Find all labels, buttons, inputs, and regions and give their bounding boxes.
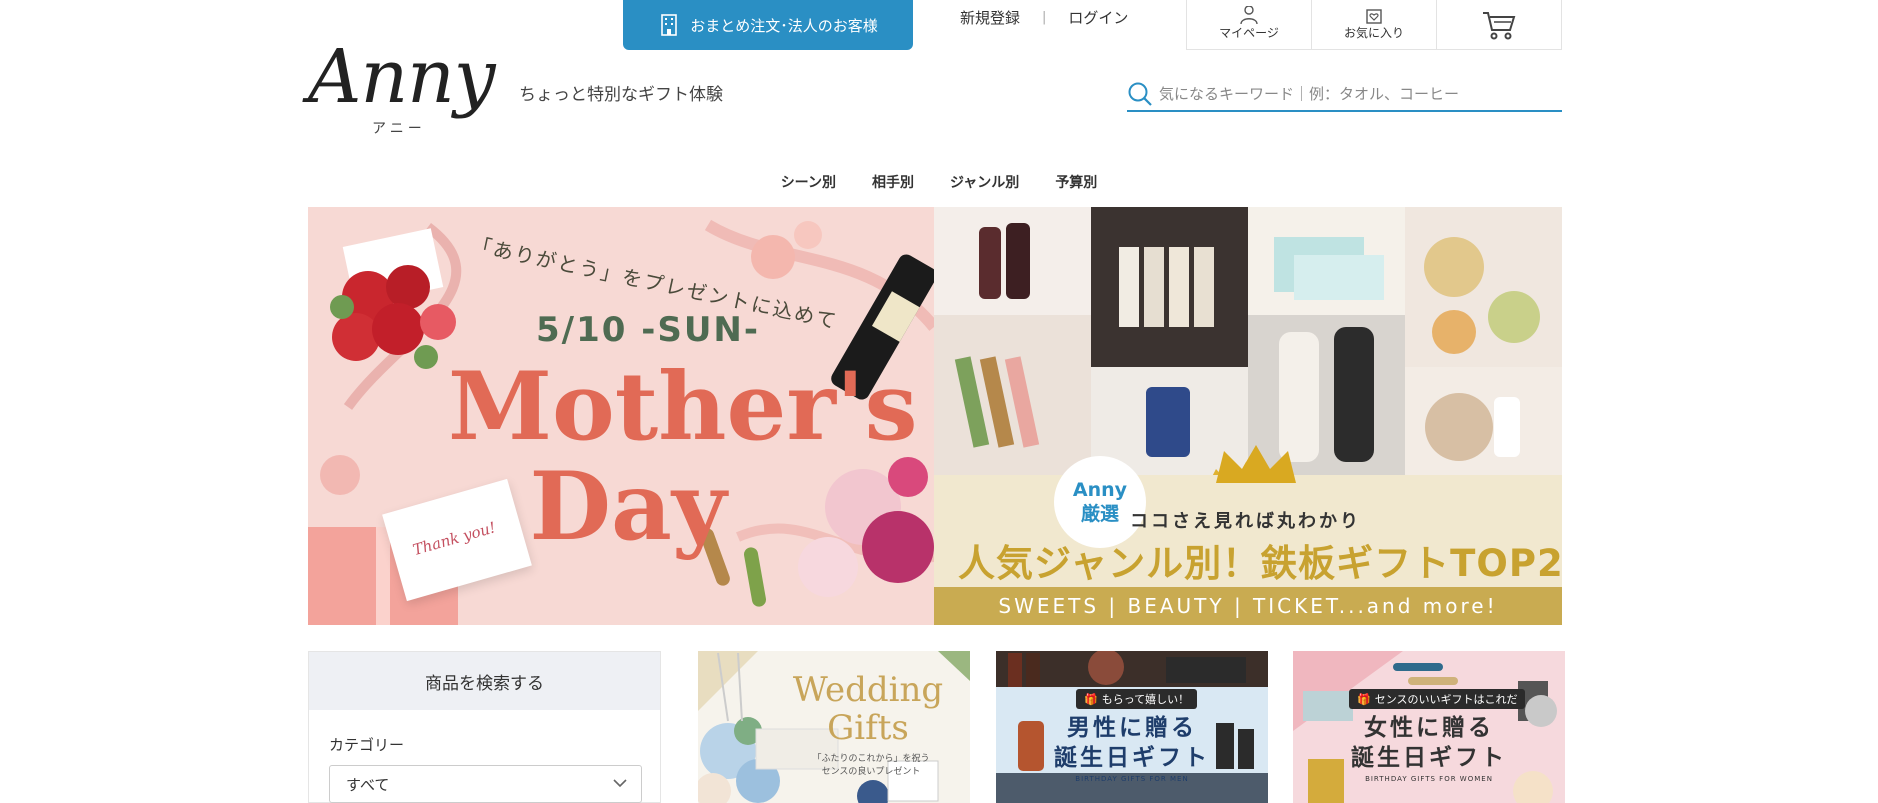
mypage-label: マイページ [1219, 26, 1279, 40]
mens-birthday-card[interactable]: 🎁 もらって嬉しい！ 男性に贈る 誕生日ギフト BIRTHDAY GIFTS F… [996, 651, 1268, 803]
register-link[interactable]: 新規登録 [960, 7, 1020, 28]
user-icon-bar: マイページ お気に入り [1186, 0, 1562, 50]
gift-icon: 🎁 [1084, 692, 1098, 706]
nav-recipient[interactable]: 相手別 [872, 172, 914, 192]
cart-icon [1483, 11, 1516, 39]
search-icon[interactable] [1127, 81, 1153, 107]
mens-card-pill: 🎁 もらって嬉しい！ [1076, 689, 1198, 709]
womens-card-title-line1: 女性に贈る [1364, 715, 1494, 741]
chevron-down-icon [613, 779, 627, 788]
category-label: カテゴリー [329, 736, 405, 754]
site-logo[interactable]: Anny アニー [308, 34, 498, 137]
category-select[interactable]: すべて [329, 765, 642, 803]
person-icon [1240, 6, 1258, 24]
main-nav: シーン別 相手別 ジャンル別 予算別 [0, 172, 1878, 192]
nav-scene[interactable]: シーン別 [781, 172, 836, 192]
login-link[interactable]: ログイン [1068, 7, 1128, 28]
auth-separator: | [1042, 9, 1047, 25]
building-icon [661, 14, 678, 36]
category-select-value: すべて [346, 775, 390, 794]
gift-icon: 🎁 [1357, 692, 1371, 706]
product-collage [934, 207, 1562, 475]
mothers-day-date: 5/10 -SUN- [536, 310, 760, 350]
product-search-panel: 商品を検索する カテゴリー すべて [308, 651, 661, 803]
womens-card-pill-text: センスのいいギフトはこれだ [1374, 693, 1518, 706]
wedding-subtitle-line2: センスの良いプレゼント [821, 767, 921, 777]
mens-card-title-line2: 誕生日ギフト [1054, 745, 1210, 771]
wedding-subtitle-line1: 「ふたりのこれから」を祝う [812, 754, 930, 764]
nav-budget[interactable]: 予算別 [1055, 172, 1097, 192]
anny-badge-line1: Anny [1072, 479, 1128, 501]
search-input[interactable] [1153, 79, 1562, 109]
nav-genre[interactable]: ジャンル別 [950, 172, 1019, 192]
wedding-title: Wedding Gifts [778, 671, 958, 747]
mens-card-en: BIRTHDAY GIFTS FOR MEN [1075, 775, 1189, 783]
favorites-button[interactable]: お気に入り [1311, 0, 1436, 49]
womens-birthday-card[interactable]: 🎁 センスのいいギフトはこれだ 女性に贈る 誕生日ギフト BIRTHDAY GI… [1293, 651, 1565, 803]
site-tagline: ちょっと特別なギフト体験 [519, 85, 723, 105]
mothers-day-banner[interactable]: 「ありがとう」をプレゼントに込めて 5/10 -SUN- Mother's Da… [308, 207, 934, 625]
bulk-order-button[interactable]: おまとめ注文･法人のお客様 [623, 0, 913, 50]
logo-kana: アニー [372, 121, 426, 137]
search-bar [1127, 78, 1562, 112]
anny-badge-line2: 厳選 [1080, 503, 1119, 525]
mens-card-title: 男性に贈る 誕生日ギフト [1032, 713, 1232, 773]
mypage-button[interactable]: マイページ [1187, 0, 1311, 49]
wedding-gifts-card[interactable]: Wedding Gifts 「ふたりのこれから」を祝う センスの良いプレゼント [698, 651, 970, 803]
mens-card-pill-text: もらって嬉しい！ [1101, 693, 1190, 706]
cart-button[interactable] [1436, 0, 1561, 49]
womens-card-en: BIRTHDAY GIFTS FOR WOMEN [1365, 775, 1493, 783]
auth-links: 新規登録 | ログイン [960, 6, 1128, 28]
womens-card-title: 女性に贈る 誕生日ギフト [1329, 713, 1529, 773]
bulk-order-label: おまとめ注文･法人のお客様 [690, 16, 878, 35]
womens-card-title-line2: 誕生日ギフト [1351, 745, 1507, 771]
ranking-subtitle: ココさえ見れば丸わかり [1130, 511, 1361, 532]
mens-card-title-line1: 男性に贈る [1067, 715, 1197, 741]
wedding-title-line1: Wedding [792, 670, 944, 710]
mothers-day-title-line1: Mother's [448, 352, 918, 462]
wedding-title-line2: Gifts [827, 708, 909, 748]
ranking-title: 人気ジャンル別！鉄板ギフトTOP20 [958, 542, 1562, 585]
ranking-category-bar: SWEETS | BEAUTY | TICKET...and more! [934, 587, 1562, 625]
ranking-banner[interactable]: Anny 厳選 ココさえ見れば丸わかり 人気ジャンル別！鉄板ギフトTOP20 S… [934, 207, 1562, 625]
heart-bag-icon [1366, 9, 1382, 24]
womens-card-pill: 🎁 センスのいいギフトはこれだ [1349, 689, 1526, 709]
thank-you-text: Thank you! [410, 518, 498, 560]
wedding-subtitle: 「ふたりのこれから」を祝う センスの良いプレゼント [786, 753, 956, 779]
logo-wordmark: Anny [308, 34, 496, 120]
product-search-heading: 商品を検索する [309, 652, 660, 710]
crown-icon [1216, 445, 1296, 483]
favorites-label: お気に入り [1343, 26, 1404, 40]
